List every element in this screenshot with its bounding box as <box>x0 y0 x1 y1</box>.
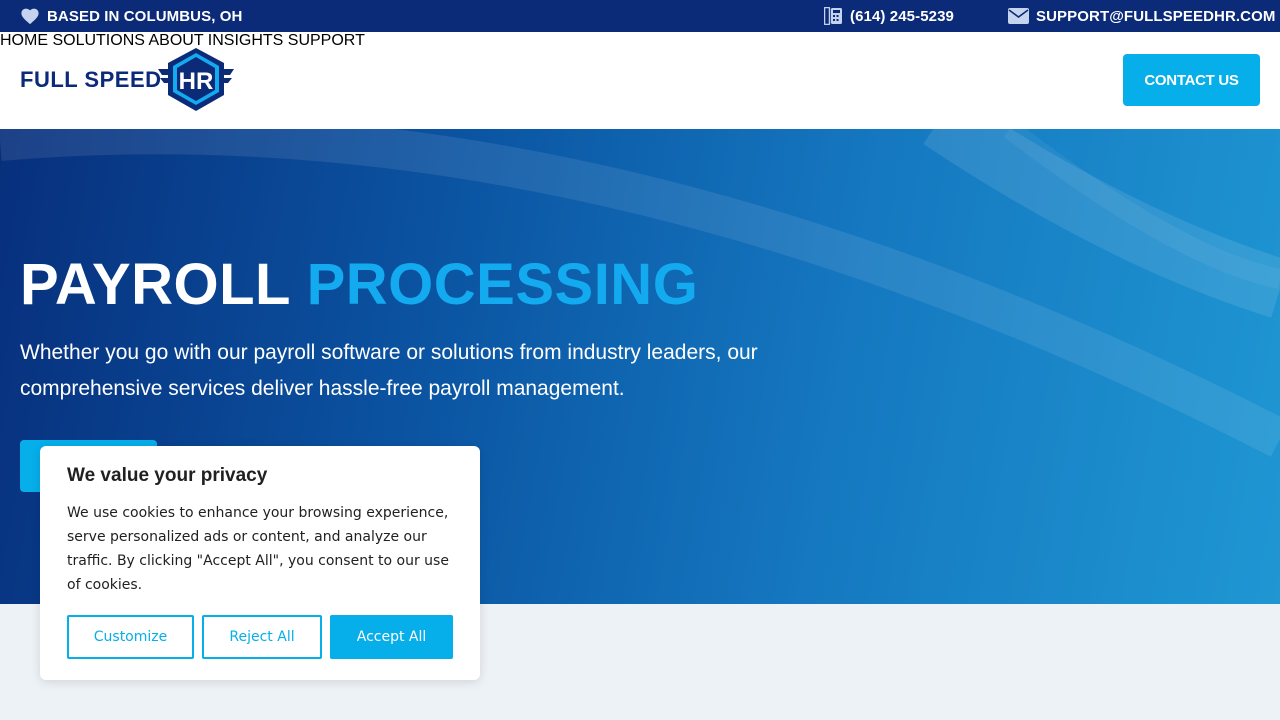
location-text: BASED IN COLUMBUS, OH <box>47 7 243 25</box>
cookie-title: We value your privacy <box>67 465 268 486</box>
title-accent: PROCESSING <box>306 252 699 317</box>
phone-text: (614) 245-5239 <box>850 7 954 25</box>
phone-link[interactable]: (614) 245-5239 <box>824 0 954 32</box>
title-main: PAYROLL <box>20 252 290 317</box>
site-header: FULL SPEED HR HOME SOLUTIONS ABOUT INSIG… <box>0 32 1280 129</box>
cookie-body: We use cookies to enhance your browsing … <box>67 505 449 593</box>
nav-support[interactable]: SUPPORT <box>288 32 365 49</box>
hero-subtitle: Whether you go with our payroll software… <box>20 341 758 400</box>
customize-button[interactable]: Customize <box>67 615 194 659</box>
heart-icon <box>21 8 39 25</box>
email-text: SUPPORT@FULLSPEEDHR.COM <box>1036 7 1276 25</box>
phone-icon <box>824 7 842 25</box>
location-info: BASED IN COLUMBUS, OH <box>20 0 242 32</box>
email-link[interactable]: SUPPORT@FULLSPEEDHR.COM <box>1008 0 1275 32</box>
envelope-icon <box>1008 8 1029 24</box>
accept-all-button[interactable]: Accept All <box>330 615 453 659</box>
page-title: PAYROLL PROCESSING <box>20 251 698 318</box>
logo[interactable]: FULL SPEED HR <box>20 47 236 113</box>
reject-all-button[interactable]: Reject All <box>202 615 322 659</box>
logo-badge-text: HR <box>178 68 213 95</box>
hr-badge-logo: HR <box>157 48 234 111</box>
cookie-consent-dialog: We value your privacy We use cookies to … <box>40 446 480 680</box>
contact-us-button[interactable]: CONTACT US <box>1123 54 1260 106</box>
logo-text: FULL SPEED <box>20 67 162 92</box>
top-bar: BASED IN COLUMBUS, OH (614) 245-5239 SUP… <box>0 0 1280 32</box>
